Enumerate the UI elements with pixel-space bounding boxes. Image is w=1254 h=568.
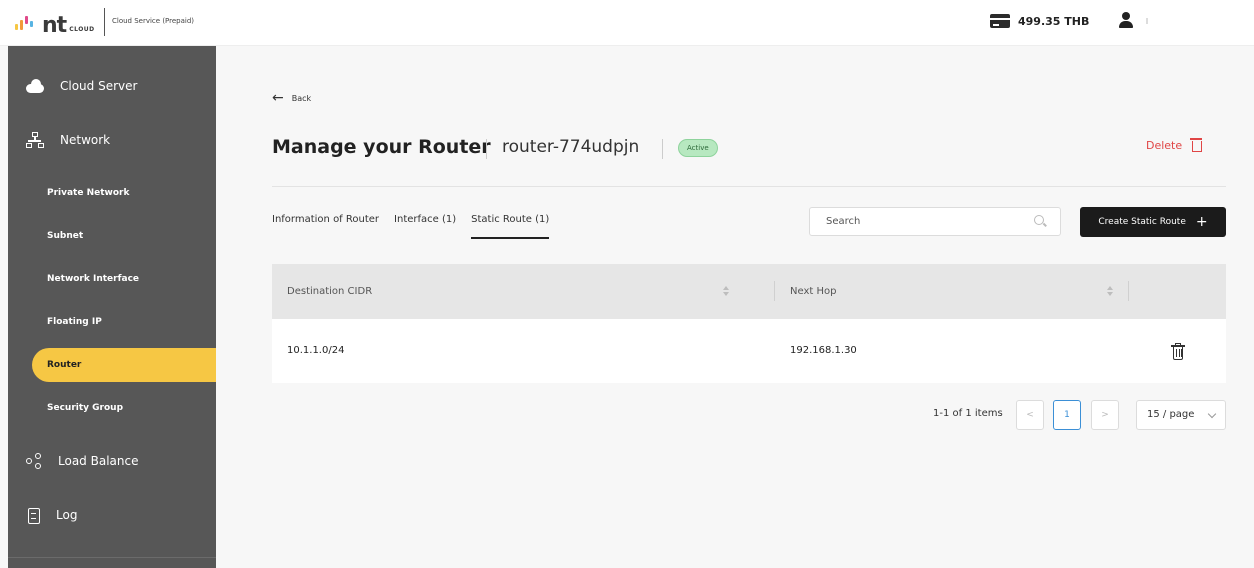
sidebar-item-label: Private Network [47, 188, 130, 198]
cell-next-hop: 192.168.1.30 [790, 345, 857, 356]
tab-information[interactable]: Information of Router [272, 214, 379, 239]
title-divider [486, 139, 487, 159]
page-size-value: 15 / page [1147, 409, 1195, 420]
sidebar-item-label: Subnet [47, 231, 84, 241]
plus-icon: + [1195, 214, 1208, 230]
pagination-next-button[interactable]: > [1091, 400, 1119, 430]
search-box [809, 207, 1061, 236]
arrow-left-icon: ← [272, 90, 284, 106]
back-link[interactable]: ← Back [272, 90, 312, 106]
column-header-next-hop: Next Hop [790, 286, 837, 297]
sidebar-item-network[interactable]: Network [8, 123, 216, 157]
network-icon [26, 132, 44, 148]
sidebar-item-log[interactable]: Log [8, 498, 216, 532]
sidebar-item-router[interactable]: Router [32, 348, 216, 382]
wallet-balance[interactable]: 499.35 THB [990, 14, 1089, 28]
nt-cloud-logo[interactable]: nt CLOUD [14, 10, 95, 38]
sidebar-item-subnet[interactable]: Subnet [8, 219, 216, 253]
search-input[interactable] [826, 208, 1026, 235]
section-divider [272, 186, 1226, 187]
sidebar-item-floating-ip[interactable]: Floating IP [8, 305, 216, 339]
search-icon[interactable] [1034, 215, 1046, 227]
trash-icon [1190, 138, 1203, 152]
chevron-down-icon [1207, 409, 1217, 419]
delete-row-icon[interactable] [1171, 343, 1185, 361]
user-menu-caret[interactable] [1146, 18, 1148, 24]
sidebar-item-label: Cloud Server [60, 79, 138, 93]
sort-icon[interactable] [1106, 286, 1114, 297]
sidebar-item-security-group[interactable]: Security Group [8, 391, 216, 425]
page-size-select[interactable]: 15 / page [1136, 400, 1226, 430]
tab-static-route[interactable]: Static Route (1) [471, 214, 550, 239]
column-header-destination: Destination CIDR [287, 286, 373, 297]
service-label: Cloud Service (Prepaid) [112, 17, 195, 25]
credit-card-icon [990, 14, 1010, 28]
static-route-table: Destination CIDR Next Hop 10.1.1.0/24 19… [272, 264, 1226, 383]
sidebar-item-label: Network [60, 133, 111, 147]
share-icon [26, 453, 44, 469]
delete-router-button[interactable]: Delete [1146, 138, 1203, 152]
pagination-prev-button[interactable]: < [1016, 400, 1044, 430]
sidebar-item-label: Floating IP [47, 317, 102, 327]
tab-interface[interactable]: Interface (1) [394, 214, 456, 239]
create-static-route-button[interactable]: Create Static Route + [1080, 207, 1226, 237]
title-divider [662, 139, 663, 159]
sidebar-item-load-balance[interactable]: Load Balance [8, 444, 216, 478]
logo-text: nt [42, 13, 67, 38]
sidebar-item-label: Router [47, 360, 82, 370]
sidebar-item-label: Network Interface [47, 274, 140, 284]
sort-icon[interactable] [722, 286, 730, 297]
cell-destination: 10.1.1.0/24 [287, 345, 345, 356]
sidebar: Cloud Server Network Private Network Sub… [8, 46, 216, 568]
page-title: Manage your Router [272, 136, 491, 158]
back-label: Back [291, 93, 312, 103]
delete-label: Delete [1146, 138, 1183, 152]
router-name: router-774udpjn [502, 137, 640, 157]
user-icon[interactable] [1118, 12, 1134, 30]
top-header: nt CLOUD Cloud Service (Prepaid) 499.35 … [0, 0, 1254, 46]
table-header: Destination CIDR Next Hop [272, 264, 1226, 319]
sidebar-item-label: Load Balance [58, 454, 139, 468]
status-badge: Active [678, 139, 718, 157]
sidebar-item-private-network[interactable]: Private Network [8, 176, 216, 210]
logo-divider [104, 8, 105, 36]
sidebar-item-label: Security Group [47, 403, 124, 413]
logo-mark-icon [14, 12, 40, 36]
column-divider [774, 281, 775, 301]
column-divider [1128, 281, 1129, 301]
logo-subtext: CLOUD [69, 26, 95, 33]
sidebar-item-cloud-server[interactable]: Cloud Server [8, 69, 216, 103]
clipboard-icon [26, 507, 44, 524]
pagination-info: 1-1 of 1 items [933, 408, 1003, 419]
router-tabs: Information of Router Interface (1) Stat… [272, 214, 550, 239]
table-row: 10.1.1.0/24 192.168.1.30 [272, 319, 1226, 383]
sidebar-item-label: Log [56, 508, 78, 522]
cloud-icon [26, 78, 44, 94]
sidebar-item-network-interface[interactable]: Network Interface [8, 262, 216, 296]
create-label: Create Static Route [1098, 217, 1186, 227]
pagination-page-1[interactable]: 1 [1053, 400, 1081, 430]
main-content: ← Back Manage your Router router-774udpj… [228, 46, 1254, 568]
balance-amount: 499.35 THB [1018, 14, 1090, 28]
